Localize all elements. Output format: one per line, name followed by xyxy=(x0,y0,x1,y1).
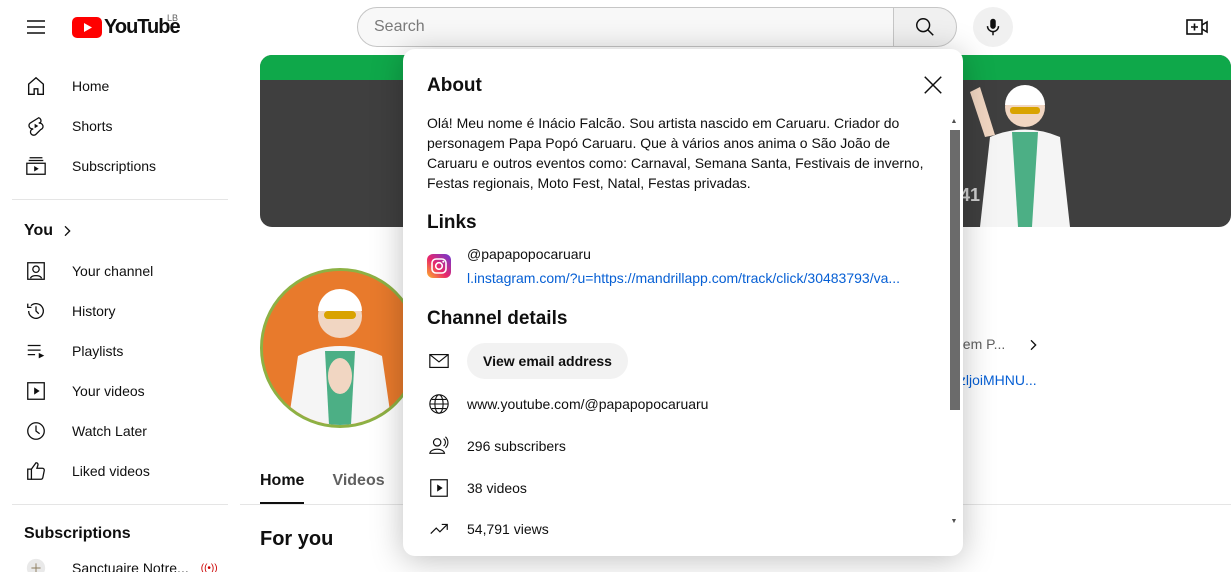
person-icon xyxy=(427,434,451,458)
instagram-icon xyxy=(427,254,451,278)
subscribers-row: 296 subscribers xyxy=(427,428,566,464)
email-icon xyxy=(427,349,451,373)
about-dialog: About Olá! Meu nome é Inácio Falcão. Sou… xyxy=(403,49,963,556)
channel-url-row: www.youtube.com/@papapopocaruaru xyxy=(427,386,708,422)
links-heading: Links xyxy=(427,212,477,233)
subscriber-count: 296 subscribers xyxy=(467,438,566,454)
scroll-thumb[interactable] xyxy=(950,130,960,410)
trending-icon xyxy=(427,517,451,541)
link-url[interactable]: l.instagram.com/?u=https://mandrillapp.c… xyxy=(467,270,919,286)
channel-details-heading: Channel details xyxy=(427,308,568,329)
email-row: View email address xyxy=(427,343,628,379)
channel-url[interactable]: www.youtube.com/@papapopocaruaru xyxy=(467,396,708,412)
scroll-down-arrow-icon[interactable]: ▼ xyxy=(949,517,959,527)
globe-icon xyxy=(427,392,451,416)
view-email-button[interactable]: View email address xyxy=(467,343,628,379)
close-button[interactable] xyxy=(917,69,949,101)
video-count: 38 videos xyxy=(467,480,527,496)
close-icon xyxy=(924,76,942,94)
channel-description: Olá! Meu nome é Inácio Falcão. Sou artis… xyxy=(427,115,924,191)
views-row: 54,791 views xyxy=(427,511,549,547)
link-title: @papapopocaruaru xyxy=(467,246,591,262)
about-title: About xyxy=(427,75,482,96)
videos-row: 38 videos xyxy=(427,470,527,506)
dialog-scrollbar[interactable]: ▲ ▼ xyxy=(949,117,960,529)
video-icon xyxy=(427,476,451,500)
view-count: 54,791 views xyxy=(467,521,549,537)
scroll-up-arrow-icon[interactable]: ▲ xyxy=(949,117,959,127)
